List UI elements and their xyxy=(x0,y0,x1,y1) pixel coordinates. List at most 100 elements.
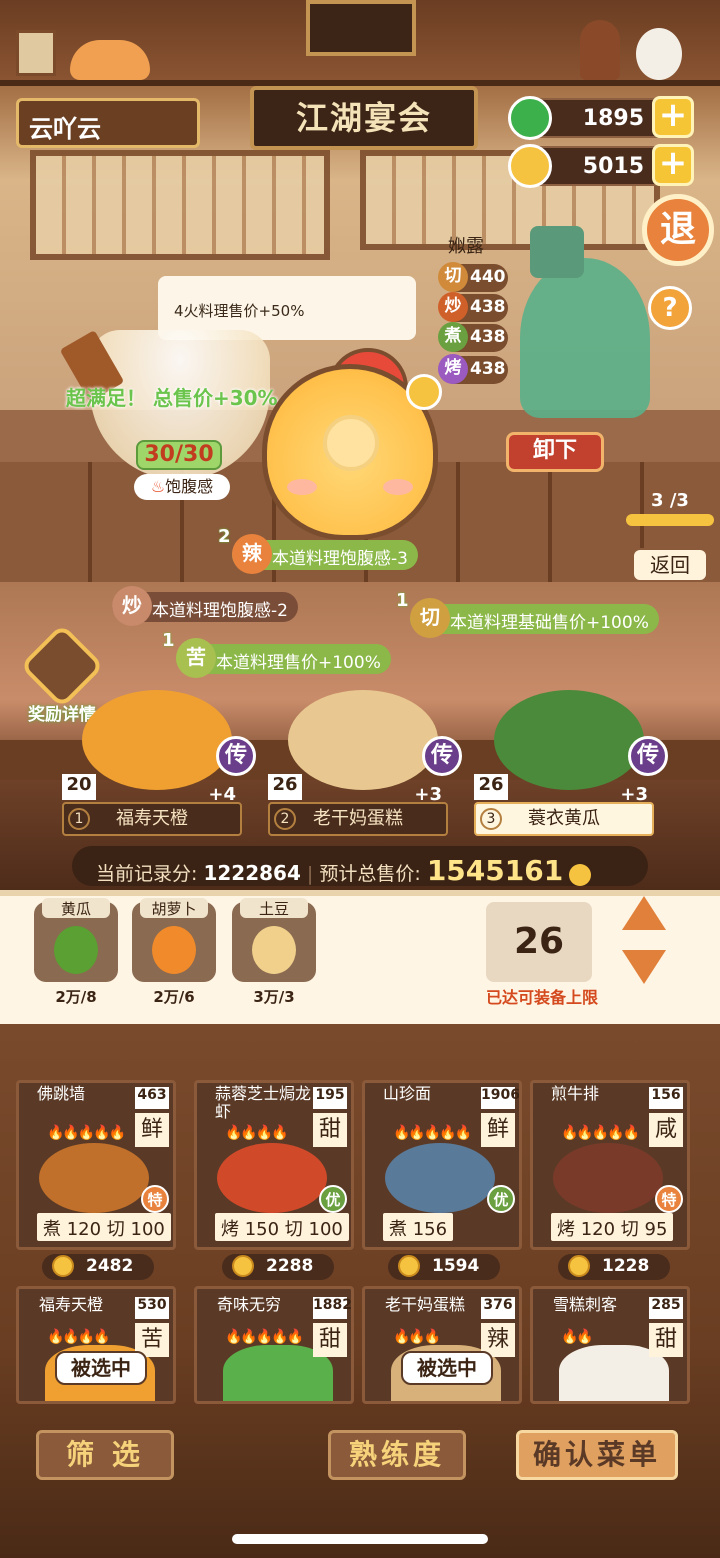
arrow-down-icon[interactable] xyxy=(622,950,666,984)
menu-dish-card[interactable]: 蒜蓉芝士焗龙虾 195 甜 🔥🔥🔥🔥 优烤 150 切 100 xyxy=(194,1080,354,1250)
card-dish-name: 福寿天橙 xyxy=(39,1295,104,1314)
card-proficiency: 1906 xyxy=(481,1087,519,1109)
stat-icon: 煮 xyxy=(438,322,468,352)
dish-image xyxy=(82,690,232,790)
menu-dish-card[interactable]: 佛跳墙 463 鲜 🔥🔥🔥🔥🔥 特煮 120 切 100 xyxy=(16,1080,176,1250)
card-taste: 咸 xyxy=(649,1113,683,1147)
dish-index: 1 xyxy=(68,808,90,830)
stat-value: 438 xyxy=(470,297,506,317)
card-fire-rating: 🔥🔥🔥🔥 xyxy=(225,1125,289,1141)
fullness-label: ♨饱腹感 xyxy=(134,474,230,500)
menu-dish-card[interactable]: 山珍面 1906 鲜 🔥🔥🔥🔥🔥 优煮 156 xyxy=(362,1080,522,1250)
effect-pill: 苦 1 本道料理售价+100% xyxy=(162,630,391,678)
card-dish-name: 煎牛排 xyxy=(551,1084,600,1103)
dish-level: 26 xyxy=(268,774,302,800)
effect-badge: 苦 xyxy=(176,638,216,678)
card-proficiency: 530 xyxy=(135,1297,169,1319)
dish-level: 20 xyxy=(62,774,96,800)
home-indicator[interactable] xyxy=(232,1534,488,1544)
ingredient-count: 2万/8 xyxy=(55,988,97,1006)
card-dish-image xyxy=(553,1143,663,1213)
effect-badge: 炒 xyxy=(112,586,152,626)
effect-count: 1 xyxy=(162,630,175,651)
coin-icon xyxy=(568,1255,590,1277)
jade-value: 1895 xyxy=(582,106,644,131)
npc-stat: 炒 438 xyxy=(438,292,508,322)
dish-name: 3 蓑衣黄瓜 xyxy=(474,802,654,836)
ingredient-slot[interactable]: 黄瓜 2万/8 xyxy=(34,898,118,1006)
back-button[interactable]: 返回 xyxy=(632,548,708,582)
coin-bubble-icon xyxy=(406,374,442,410)
unload-button[interactable]: 卸下 xyxy=(506,432,604,472)
card-proficiency: 156 xyxy=(649,1087,683,1109)
card-price: 1228 xyxy=(558,1254,670,1280)
player-name: 云吖云 xyxy=(16,98,200,148)
card-proficiency: 285 xyxy=(649,1297,683,1319)
add-coins-button[interactable]: + xyxy=(652,144,694,186)
card-dish-name: 蒜蓉芝士焗龙虾 xyxy=(215,1084,312,1121)
effect-text: 本道料理饱腹感-2 xyxy=(152,601,288,621)
card-price: 1594 xyxy=(388,1254,500,1280)
ingredient-icon xyxy=(54,926,98,974)
dish-index: 2 xyxy=(274,808,296,830)
legendary-badge: 传 xyxy=(216,736,256,776)
card-tier-badge: 特 xyxy=(141,1185,169,1213)
ingredient-slot[interactable]: 胡萝卜 2万/6 xyxy=(132,898,216,1006)
coin-icon xyxy=(398,1255,420,1277)
npc-name: 娰露 xyxy=(448,236,484,257)
arrow-up-icon[interactable] xyxy=(622,896,666,930)
card-fire-rating: 🔥🔥🔥🔥🔥 xyxy=(225,1329,304,1345)
card-price: 2482 xyxy=(42,1254,154,1280)
card-fire-rating: 🔥🔥🔥🔥🔥 xyxy=(561,1125,640,1141)
current-score-label: 当前记录分: xyxy=(96,863,198,885)
npc-stat: 煮 438 xyxy=(438,322,508,352)
npc-chef-avatar[interactable] xyxy=(520,258,650,418)
confirm-menu-button[interactable]: 确认菜单 xyxy=(516,1430,678,1480)
add-jade-button[interactable]: + xyxy=(652,96,694,138)
menu-dish-card[interactable]: 雪糕刺客 285 甜 🔥🔥 xyxy=(530,1286,690,1404)
stat-value: 438 xyxy=(470,327,506,347)
legendary-badge: 传 xyxy=(628,736,668,776)
mascot-emblem-icon xyxy=(323,415,379,471)
stat-value: 438 xyxy=(470,359,506,379)
card-proficiency: 463 xyxy=(135,1087,169,1109)
card-skills: 烤 150 切 100 xyxy=(215,1213,349,1241)
current-score-value: 1222864 xyxy=(203,861,301,885)
selected-dish-slot[interactable]: 26 传 +3 3 蓑衣黄瓜 xyxy=(474,690,668,840)
jade-counter: 1895 + xyxy=(508,96,694,140)
card-taste: 鲜 xyxy=(135,1113,169,1147)
npc-stat: 切 440 xyxy=(438,262,508,292)
filter-button[interactable]: 筛 选 xyxy=(36,1430,174,1480)
exit-button[interactable]: 退 xyxy=(642,194,714,266)
card-proficiency: 195 xyxy=(313,1087,347,1109)
card-price: 2288 xyxy=(222,1254,334,1280)
card-proficiency: 376 xyxy=(481,1297,515,1319)
npc-stat: 烤 438 xyxy=(438,354,508,384)
dish-image xyxy=(288,690,438,790)
mascot-cheek xyxy=(287,479,317,495)
window-left xyxy=(30,150,330,260)
jade-icon xyxy=(508,96,552,140)
selected-dish-slot[interactable]: 20 传 +4 1 福寿天橙 xyxy=(62,690,256,840)
fire-icon: ♨ xyxy=(150,477,166,496)
ingredient-icon xyxy=(252,926,296,974)
proficiency-button[interactable]: 熟练度 xyxy=(328,1430,466,1480)
coin-icon xyxy=(508,144,552,188)
selected-badge: 被选中 xyxy=(55,1351,147,1385)
card-tier-badge: 优 xyxy=(319,1185,347,1213)
ingredient-slot[interactable]: 土豆 3万/3 xyxy=(232,898,316,1006)
coin-value: 5015 xyxy=(582,154,644,179)
menu-dish-card[interactable]: 煎牛排 156 咸 🔥🔥🔥🔥🔥 特烤 120 切 95 xyxy=(530,1080,690,1250)
help-button[interactable]: ? xyxy=(648,286,692,330)
ingredient-name: 胡萝卜 xyxy=(140,898,208,918)
selected-dish-slot[interactable]: 26 传 +3 2 老干妈蛋糕 xyxy=(268,690,462,840)
menu-dish-card[interactable]: 福寿天橙 530 苦 🔥🔥🔥🔥 被选中 xyxy=(16,1286,176,1404)
dish-name-text: 老干妈蛋糕 xyxy=(313,808,403,829)
hanging-portrait xyxy=(306,0,416,56)
coin-icon xyxy=(569,863,592,886)
effect-count: 1 xyxy=(396,590,409,611)
card-fire-rating: 🔥🔥🔥 xyxy=(393,1329,441,1345)
card-skills: 烤 120 切 95 xyxy=(551,1213,674,1241)
menu-dish-card[interactable]: 老干妈蛋糕 376 辣 🔥🔥🔥 被选中 xyxy=(362,1286,522,1404)
menu-dish-card[interactable]: 奇味无穷 1882 甜 🔥🔥🔥🔥🔥 xyxy=(194,1286,354,1404)
